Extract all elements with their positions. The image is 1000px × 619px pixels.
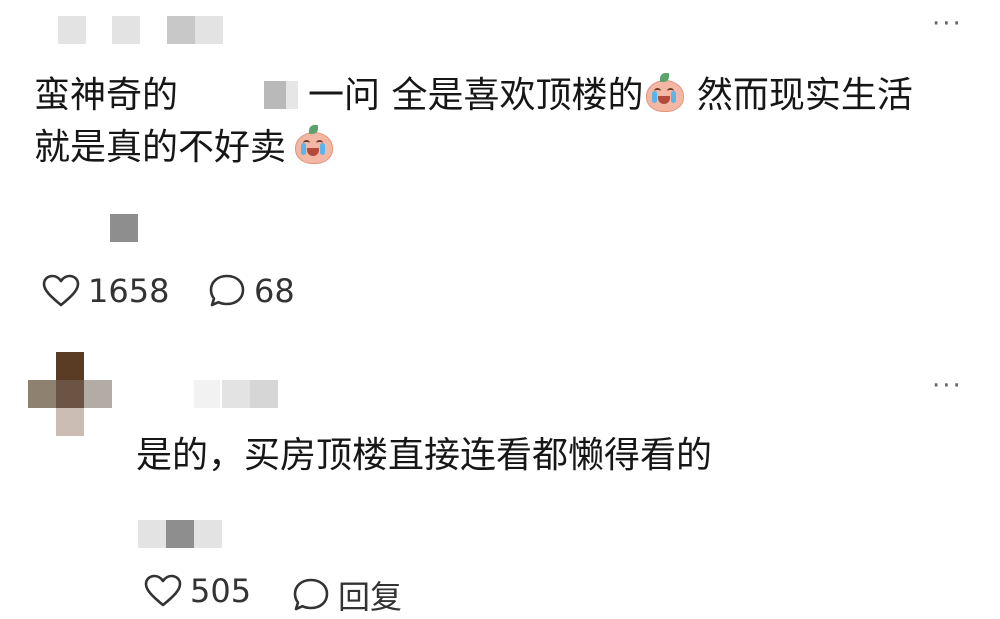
more-dots-icon: ··· bbox=[932, 9, 963, 39]
more-dots-icon: ··· bbox=[932, 371, 963, 401]
username-redacted[interactable] bbox=[58, 16, 86, 44]
comment-body: 蛮神奇的 一问 全是喜欢顶楼的 然而现实生活 就是真的不好卖 bbox=[34, 73, 913, 168]
like-button[interactable]: 505 bbox=[144, 572, 251, 610]
like-count: 505 bbox=[190, 572, 252, 610]
reply-button[interactable]: 回复 bbox=[292, 572, 402, 618]
timestamp-redacted bbox=[138, 520, 166, 548]
heart-outline-icon bbox=[144, 574, 182, 607]
crying-face-emoji bbox=[292, 125, 334, 165]
timestamp-redacted bbox=[166, 520, 194, 548]
reply-count-button[interactable]: 68 bbox=[208, 272, 295, 310]
username-redacted[interactable] bbox=[195, 16, 223, 44]
reply-label: 回复 bbox=[338, 578, 403, 616]
timestamp-redacted bbox=[194, 520, 222, 548]
avatar[interactable] bbox=[28, 352, 112, 438]
username-redacted[interactable] bbox=[194, 380, 220, 408]
more-options-button[interactable]: ··· bbox=[932, 11, 963, 37]
like-count: 1658 bbox=[88, 272, 170, 310]
reply-count: 68 bbox=[254, 272, 295, 310]
timestamp-redacted bbox=[110, 214, 138, 242]
username-redacted[interactable] bbox=[112, 16, 140, 44]
like-button[interactable]: 1658 bbox=[42, 272, 169, 310]
redacted-mention bbox=[178, 79, 308, 111]
heart-outline-icon bbox=[42, 274, 80, 307]
username-redacted[interactable] bbox=[250, 380, 278, 408]
speech-bubble-icon bbox=[293, 578, 329, 611]
more-options-button[interactable]: ··· bbox=[932, 373, 963, 399]
username-redacted[interactable] bbox=[222, 380, 250, 408]
comment-body: 是的，买房顶楼直接连看都懒得看的 bbox=[136, 435, 713, 476]
username-redacted[interactable] bbox=[167, 16, 195, 44]
crying-face-emoji bbox=[643, 73, 685, 113]
speech-bubble-icon bbox=[209, 274, 245, 307]
